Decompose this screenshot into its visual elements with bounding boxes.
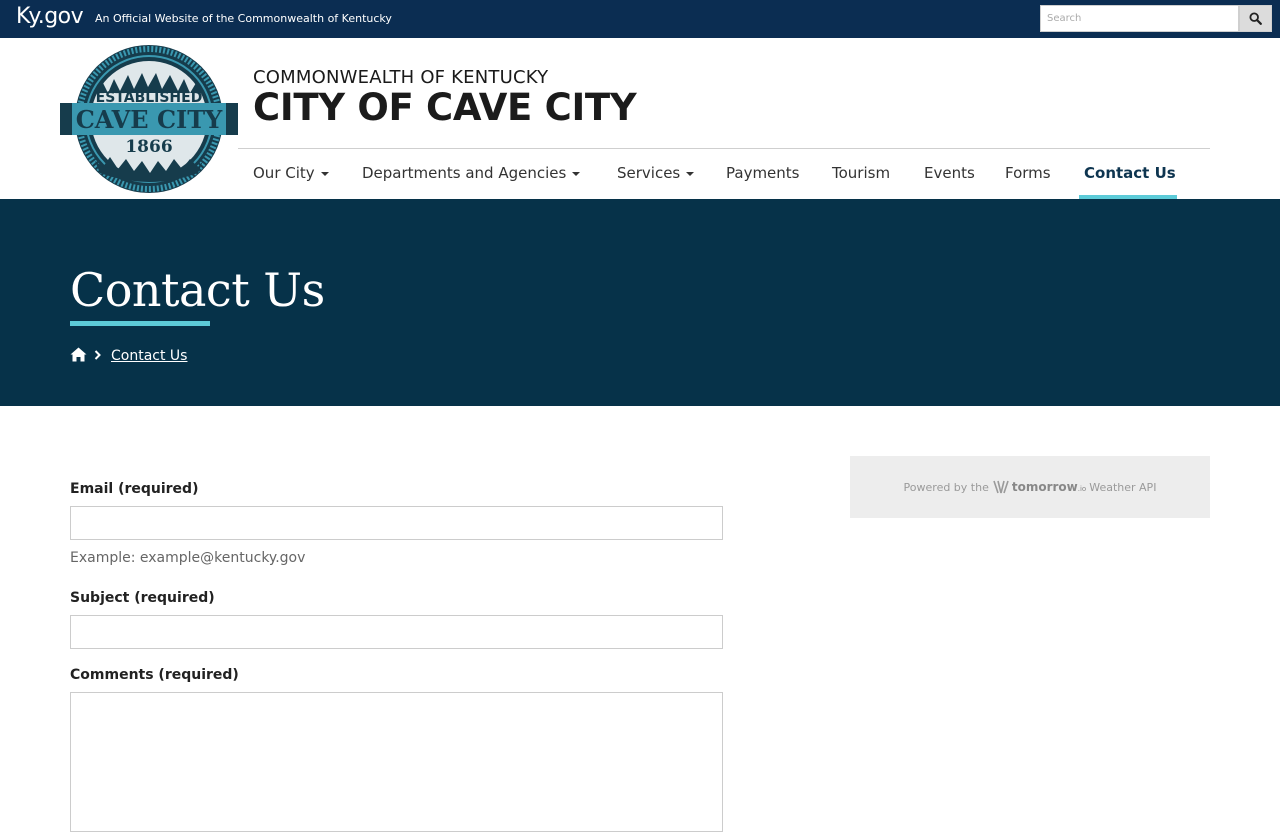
caret-down-icon — [320, 171, 329, 176]
weather-suffix: Weather API — [1089, 480, 1157, 494]
subject-label: Subject (required) — [70, 590, 215, 606]
seal-year-text: 1866 — [125, 137, 172, 157]
email-hint: Example: example@kentucky.gov — [70, 550, 306, 566]
email-field[interactable] — [70, 506, 723, 540]
search-icon — [1249, 12, 1262, 25]
nav-item-events[interactable]: Events — [924, 164, 975, 182]
city-seal-logo[interactable]: ESTABLISHED CAVE CITY 1866 — [58, 43, 240, 195]
nav-item-departments[interactable]: Departments and Agencies — [362, 164, 581, 182]
home-icon[interactable] — [70, 347, 87, 362]
nav-divider — [238, 148, 1210, 149]
email-label: Email (required) — [70, 481, 199, 497]
site-title[interactable]: CITY OF CAVE CITY — [253, 86, 637, 129]
weather-widget: Powered by the tomorrow.io Weather API — [850, 456, 1210, 518]
comments-textarea[interactable] — [70, 692, 723, 832]
caret-down-icon — [686, 171, 695, 176]
subject-field[interactable] — [70, 615, 723, 649]
kygov-bar: Ky.gov An Official Website of the Common… — [0, 0, 1280, 38]
nav-item-payments[interactable]: Payments — [726, 164, 799, 182]
seal-middle-text: CAVE CITY — [76, 105, 223, 134]
nav-item-forms[interactable]: Forms — [1005, 164, 1051, 182]
page-title: Contact Us — [70, 263, 325, 317]
weather-brand[interactable]: tomorrow.io — [1012, 480, 1086, 494]
weather-prefix: Powered by the — [903, 480, 989, 494]
tomorrow-logo-icon — [993, 480, 1009, 494]
kygov-logo[interactable]: Ky.gov — [16, 4, 84, 29]
seal-top-text: ESTABLISHED — [96, 90, 203, 106]
kygov-tagline: An Official Website of the Commonwealth … — [95, 12, 392, 25]
nav-item-our-city[interactable]: Our City — [253, 164, 329, 182]
comments-label: Comments (required) — [70, 667, 239, 683]
nav-item-contact-us[interactable]: Contact Us — [1084, 164, 1176, 182]
nav-item-tourism[interactable]: Tourism — [832, 164, 890, 182]
search-button[interactable] — [1239, 5, 1272, 32]
page-hero: Contact Us Contact Us — [0, 199, 1280, 406]
nav-item-label: Our City — [253, 164, 315, 182]
nav-item-services[interactable]: Services — [617, 164, 695, 182]
weather-brand-name: tomorrow — [1011, 480, 1078, 494]
chevron-right-icon — [94, 350, 101, 360]
breadcrumb-contact-us[interactable]: Contact Us — [111, 348, 187, 364]
weather-brand-suffix: .io — [1077, 485, 1087, 493]
title-underline — [70, 321, 210, 326]
nav-item-label: Departments and Agencies — [362, 164, 567, 182]
caret-down-icon — [572, 171, 581, 176]
nav-item-label: Services — [617, 164, 681, 182]
header-kicker: COMMONWEALTH OF KENTUCKY — [253, 67, 549, 88]
search-input[interactable] — [1040, 5, 1239, 32]
